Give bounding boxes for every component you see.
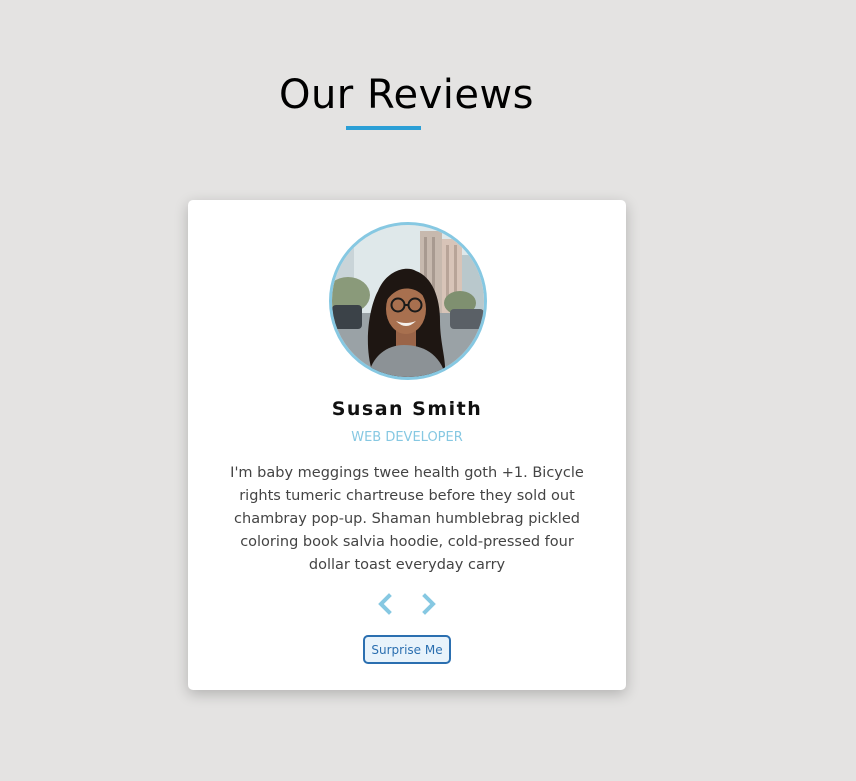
review-card: Susan Smith WEB DEVELOPER I'm baby meggi… bbox=[188, 200, 626, 690]
chevron-left-icon bbox=[378, 593, 392, 615]
person-photo bbox=[332, 225, 484, 377]
reviewer-name: Susan Smith bbox=[331, 398, 483, 420]
avatar bbox=[329, 222, 487, 380]
next-button[interactable] bbox=[416, 592, 440, 616]
prev-button[interactable] bbox=[374, 592, 398, 616]
review-text: I'm baby meggings twee health goth +1. B… bbox=[230, 465, 584, 573]
surprise-me-button[interactable]: Surprise Me bbox=[363, 635, 451, 664]
title-underline bbox=[346, 126, 421, 130]
chevron-right-icon bbox=[422, 593, 436, 615]
reviewer-job: WEB DEVELOPER bbox=[351, 430, 463, 445]
page-title: Our Reviews bbox=[278, 72, 535, 118]
